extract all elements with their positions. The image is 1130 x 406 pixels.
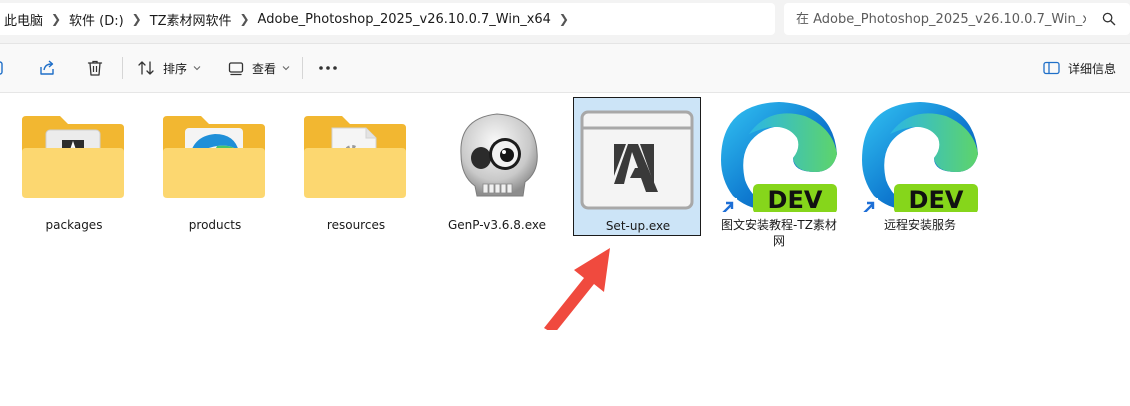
svg-text:DEV: DEV bbox=[768, 186, 823, 212]
breadcrumb: 此电脑 ❯ 软件 (D:) ❯ TZ素材网软件 ❯ Adobe_Photosho… bbox=[4, 3, 577, 35]
file-name: 远程安装服务 bbox=[883, 218, 956, 232]
edge-dev-icon: DEV bbox=[858, 102, 978, 212]
command-bar: 排序 查看 详细信息 bbox=[0, 44, 1130, 93]
share-icon bbox=[40, 60, 54, 75]
file-item-resources[interactable]: resources bbox=[292, 96, 420, 236]
breadcrumb-tz-folder[interactable]: TZ素材网软件 bbox=[150, 10, 232, 29]
sort-button[interactable]: 排序 bbox=[137, 44, 201, 92]
address-row: 此电脑 ❯ 软件 (D:) ❯ TZ素材网软件 ❯ Adobe_Photosho… bbox=[0, 0, 1130, 44]
breadcrumb-separator-icon[interactable]: ❯ bbox=[43, 12, 69, 26]
folder-icon bbox=[163, 116, 265, 198]
breadcrumb-separator-icon[interactable]: ❯ bbox=[551, 12, 577, 26]
folder-icon bbox=[22, 116, 124, 198]
file-item-genp[interactable]: GenP-v3.6.8.exe bbox=[433, 96, 561, 236]
breadcrumb-this-pc[interactable]: 此电脑 bbox=[4, 10, 43, 29]
folder-icon bbox=[304, 116, 406, 198]
file-item-setup[interactable]: Set-up.exe bbox=[573, 97, 701, 236]
file-name: Set-up.exe bbox=[605, 219, 671, 233]
breadcrumb-separator-icon[interactable]: ❯ bbox=[232, 12, 258, 26]
breadcrumb-drive-d[interactable]: 软件 (D:) bbox=[69, 10, 124, 29]
view-button[interactable]: 查看 bbox=[228, 44, 290, 92]
copy-icon bbox=[0, 61, 3, 75]
file-name: products bbox=[188, 218, 242, 232]
file-name: 图文安装教程-TZ素材网 bbox=[721, 218, 837, 248]
trash-icon bbox=[87, 60, 103, 76]
search-input[interactable] bbox=[796, 9, 1086, 29]
toolbar-divider bbox=[302, 57, 303, 79]
shortcut-item-remote-service[interactable]: DEV 远程安装服务 bbox=[856, 96, 984, 236]
file-name: resources bbox=[326, 218, 386, 232]
adobe-installer-icon bbox=[580, 110, 694, 210]
details-pane-button[interactable]: 详细信息 bbox=[1043, 44, 1116, 92]
details-pane-icon bbox=[1043, 61, 1060, 75]
view-label: 查看 bbox=[252, 61, 277, 76]
file-name: GenP-v3.6.8.exe bbox=[447, 218, 546, 232]
sort-label: 排序 bbox=[163, 61, 188, 76]
breadcrumb-photoshop-folder[interactable]: Adobe_Photoshop_2025_v26.10.0.7_Win_x64 bbox=[258, 12, 551, 27]
file-item-products[interactable]: products bbox=[151, 96, 279, 236]
edge-dev-icon: DEV bbox=[717, 102, 837, 212]
share-button[interactable] bbox=[38, 44, 56, 92]
address-bar[interactable]: 此电脑 ❯ 软件 (D:) ❯ TZ素材网软件 ❯ Adobe_Photosho… bbox=[0, 3, 775, 35]
svg-text:DEV: DEV bbox=[909, 186, 964, 212]
copy-button[interactable] bbox=[0, 44, 6, 92]
details-label: 详细信息 bbox=[1068, 61, 1117, 76]
more-icon bbox=[319, 66, 337, 70]
chevron-down-icon bbox=[193, 66, 201, 71]
shortcut-item-tutorial[interactable]: DEV 图文安装教程-TZ素材网 bbox=[715, 96, 843, 256]
file-item-packages[interactable]: packages bbox=[10, 96, 138, 236]
toolbar-divider bbox=[122, 57, 123, 79]
sort-icon bbox=[138, 61, 154, 75]
search-icon[interactable] bbox=[1102, 12, 1116, 26]
annotation-arrow-icon bbox=[544, 248, 610, 330]
search-box[interactable] bbox=[784, 3, 1130, 35]
chevron-down-icon bbox=[282, 66, 290, 71]
view-icon bbox=[228, 62, 244, 76]
delete-button[interactable] bbox=[86, 44, 104, 92]
skull-icon bbox=[460, 113, 538, 197]
more-options-button[interactable] bbox=[318, 44, 338, 92]
file-name: packages bbox=[45, 218, 103, 232]
breadcrumb-separator-icon[interactable]: ❯ bbox=[124, 12, 150, 26]
